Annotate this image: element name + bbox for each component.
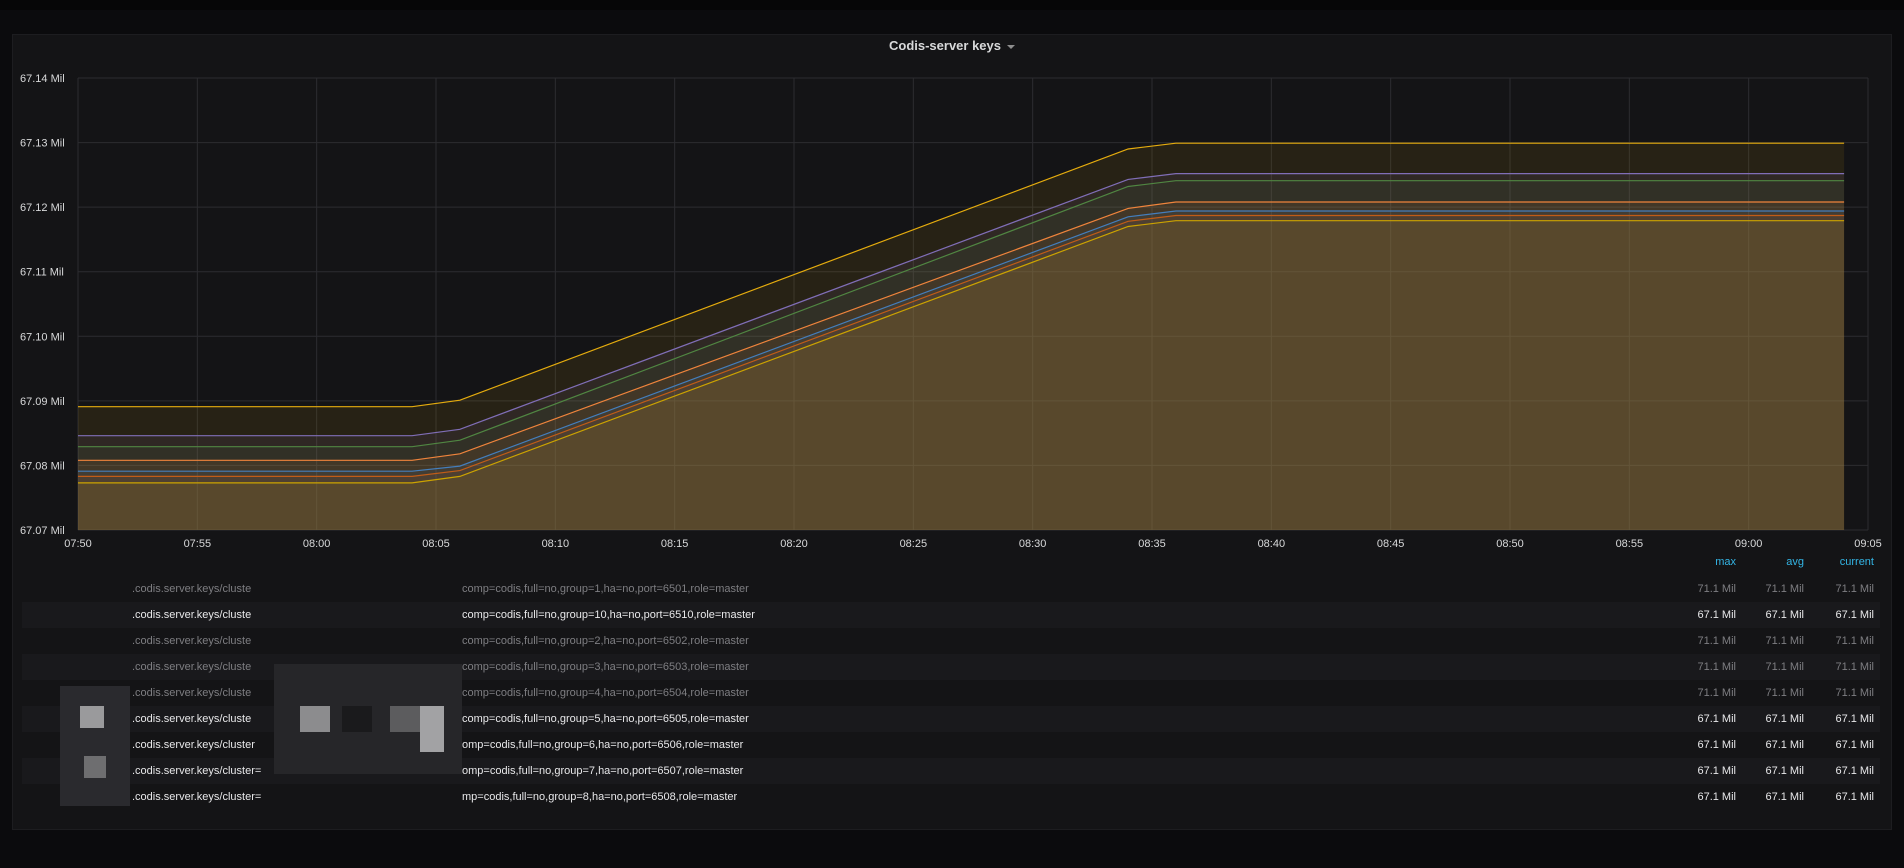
legend-value-current: 67.1 Mil <box>1835 791 1874 803</box>
legend-series-name: .codis.server.keys/cluste <box>132 635 252 647</box>
redaction-block <box>60 686 130 806</box>
legend-series-labels: comp=codis,full=no,group=1,ha=no,port=65… <box>462 583 749 595</box>
x-axis: 07:50 07:55 08:00 08:05 08:10 08:15 08:20 08:25… <box>64 538 1882 550</box>
x-tick-label: 07:55 <box>184 538 212 550</box>
legend-series-labels: comp=codis,full=no,group=3,ha=no,port=65… <box>462 661 749 673</box>
legend-value-current: 71.1 Mil <box>1835 635 1874 647</box>
redaction-block <box>80 706 104 728</box>
legend-series-name: .codis.server.keys/cluste <box>132 609 252 621</box>
legend-header-avg[interactable]: avg <box>1744 556 1804 568</box>
legend-series-name: .codis.server.keys/cluste <box>132 583 252 595</box>
x-tick-label: 08:55 <box>1616 538 1644 550</box>
legend-value-current: 67.1 Mil <box>1835 765 1874 777</box>
legend-value-avg: 71.1 Mil <box>1765 635 1804 647</box>
x-tick-label: 08:15 <box>661 538 689 550</box>
legend-series-name: .codis.server.keys/cluste <box>132 687 252 699</box>
legend-value-avg: 67.1 Mil <box>1765 739 1804 751</box>
legend-row[interactable]: .codis.server.keys/cluster= mp=codis,full… <box>22 784 1880 810</box>
x-tick-label: 08:50 <box>1496 538 1524 550</box>
redaction-block <box>420 706 444 752</box>
legend-series-name: .codis.server.keys/cluster <box>132 739 255 751</box>
x-tick-label: 09:05 <box>1854 538 1882 550</box>
legend-series-name: .codis.server.keys/cluste <box>132 713 252 725</box>
y-tick-label: 67.14 Mil <box>20 73 65 85</box>
y-tick-label: 67.07 Mil <box>20 525 65 537</box>
legend-series-name: .codis.server.keys/cluster= <box>132 791 262 803</box>
y-tick-label: 67.09 Mil <box>20 396 65 408</box>
redaction-block <box>390 706 420 732</box>
legend-series-labels: comp=codis,full=no,group=2,ha=no,port=65… <box>462 635 749 647</box>
x-tick-label: 08:05 <box>422 538 450 550</box>
legend-value-avg: 71.1 Mil <box>1765 661 1804 673</box>
legend-series-labels: omp=codis,full=no,group=7,ha=no,port=650… <box>462 765 744 777</box>
x-tick-label: 08:00 <box>303 538 331 550</box>
y-tick-label: 67.11 Mil <box>20 267 64 279</box>
legend-value-max: 71.1 Mil <box>1697 661 1736 673</box>
redaction-block <box>300 706 330 732</box>
legend-row[interactable]: .codis.server.keys/cluste comp=codis,full… <box>22 602 1880 628</box>
legend-header-current[interactable]: current <box>1814 556 1874 568</box>
legend-value-max: 67.1 Mil <box>1697 609 1736 621</box>
x-tick-label: 09:00 <box>1735 538 1763 550</box>
legend-value-max: 71.1 Mil <box>1697 687 1736 699</box>
legend-value-current: 67.1 Mil <box>1835 713 1874 725</box>
legend-series-labels: comp=codis,full=no,group=5,ha=no,port=65… <box>462 713 749 725</box>
legend-value-max: 67.1 Mil <box>1697 713 1736 725</box>
legend-value-max: 67.1 Mil <box>1697 739 1736 751</box>
x-tick-label: 08:45 <box>1377 538 1405 550</box>
x-tick-label: 08:30 <box>1019 538 1047 550</box>
legend-row[interactable]: .codis.server.keys/cluste comp=codis,full… <box>22 576 1880 602</box>
legend-series-labels: comp=codis,full=no,group=4,ha=no,port=65… <box>462 687 749 699</box>
legend-value-current: 71.1 Mil <box>1835 687 1874 699</box>
x-tick-label: 08:35 <box>1138 538 1166 550</box>
y-tick-label: 67.10 Mil <box>20 331 65 343</box>
x-tick-label: 08:40 <box>1258 538 1286 550</box>
legend-value-current: 67.1 Mil <box>1835 609 1874 621</box>
legend-value-current: 71.1 Mil <box>1835 661 1874 673</box>
legend-value-avg: 67.1 Mil <box>1765 609 1804 621</box>
y-tick-label: 67.13 Mil <box>20 138 65 150</box>
legend-series-name: .codis.server.keys/cluste <box>132 661 252 673</box>
legend-series-labels: mp=codis,full=no,group=8,ha=no,port=6508… <box>462 791 738 803</box>
redaction-block <box>84 756 106 778</box>
x-tick-label: 07:50 <box>64 538 92 550</box>
legend-value-current: 71.1 Mil <box>1835 583 1874 595</box>
redaction-block <box>342 706 372 732</box>
legend-series-name: .codis.server.keys/cluster= <box>132 765 262 777</box>
legend-row[interactable]: .codis.server.keys/cluste comp=codis,full… <box>22 628 1880 654</box>
legend-header-max[interactable]: max <box>1676 556 1736 568</box>
legend-series-labels: omp=codis,full=no,group=6,ha=no,port=650… <box>462 739 744 751</box>
legend-value-avg: 67.1 Mil <box>1765 765 1804 777</box>
x-tick-label: 08:10 <box>542 538 570 550</box>
legend-value-avg: 71.1 Mil <box>1765 687 1804 699</box>
chart-area: 67.07 Mil 67.08 Mil 67.09 Mil 67.10 Mil 67.1… <box>20 73 1882 550</box>
y-tick-label: 67.12 Mil <box>20 202 65 214</box>
y-tick-label: 67.08 Mil <box>20 460 65 472</box>
legend-value-max: 71.1 Mil <box>1697 583 1736 595</box>
legend-value-avg: 67.1 Mil <box>1765 791 1804 803</box>
x-tick-label: 08:20 <box>780 538 808 550</box>
legend-value-current: 67.1 Mil <box>1835 739 1874 751</box>
legend-value-avg: 67.1 Mil <box>1765 713 1804 725</box>
legend-value-max: 71.1 Mil <box>1697 635 1736 647</box>
y-axis: 67.07 Mil 67.08 Mil 67.09 Mil 67.10 Mil 67.1… <box>20 73 65 537</box>
legend-value-avg: 71.1 Mil <box>1765 583 1804 595</box>
x-tick-label: 08:25 <box>900 538 928 550</box>
legend-value-max: 67.1 Mil <box>1697 791 1736 803</box>
legend-value-max: 67.1 Mil <box>1697 765 1736 777</box>
legend-series-labels: comp=codis,full=no,group=10,ha=no,port=6… <box>462 609 755 621</box>
